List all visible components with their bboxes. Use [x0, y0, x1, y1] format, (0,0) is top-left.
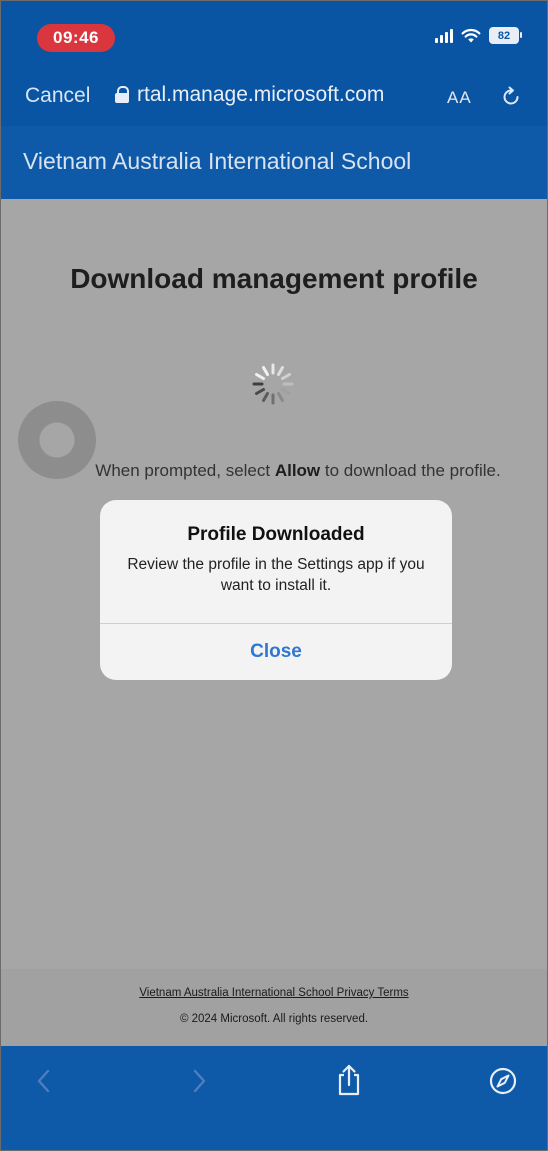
phone-screen: 09:46 82 Cancel rtal.manage.microsoft.co…	[0, 0, 548, 1151]
battery-level: 82	[497, 29, 511, 42]
page-title: Download management profile	[70, 263, 478, 294]
url-text: rtal.manage.microsoft.com	[137, 83, 385, 106]
address-bar[interactable]: rtal.manage.microsoft.com	[115, 83, 384, 107]
alert-message: Review the profile in the Settings app i…	[127, 556, 425, 594]
chevron-left-icon[interactable]	[29, 1066, 59, 1096]
site-header: Vietnam Australia International School	[1, 126, 547, 199]
cellular-signal-icon	[435, 28, 453, 43]
browser-bottom-toolbar	[1, 1046, 547, 1150]
footer-links[interactable]: Vietnam Australia International School P…	[1, 987, 547, 999]
close-button[interactable]: Close	[100, 624, 452, 680]
reload-icon[interactable]	[499, 85, 523, 109]
battery-icon: 82	[489, 27, 522, 44]
loading-spinner-icon	[252, 363, 294, 405]
browser-toolbar: Cancel rtal.manage.microsoft.com AA	[1, 71, 547, 126]
status-icons: 82	[435, 27, 522, 44]
chevron-right-icon[interactable]	[184, 1066, 214, 1096]
wifi-icon	[461, 28, 481, 42]
status-bar: 09:46 82	[1, 1, 547, 71]
instruction-text-start: When prompted, select	[95, 461, 275, 480]
lock-icon	[115, 86, 129, 104]
compass-icon[interactable]	[488, 1066, 518, 1096]
text-size-button[interactable]: AA	[447, 88, 472, 108]
page-footer: Vietnam Australia International School P…	[1, 969, 547, 1046]
profile-downloaded-alert: Profile Downloaded Review the profile in…	[100, 500, 452, 680]
instruction-text-allow: Allow	[274, 461, 321, 480]
footer-copyright: © 2024 Microsoft. All rights reserved.	[179, 1013, 369, 1025]
alert-title: Profile Downloaded	[187, 524, 365, 545]
instruction-text-end: to download the profile.	[320, 461, 501, 480]
instruction-text: When prompted, select Allow to download …	[1, 461, 547, 481]
status-time: 09:46	[37, 24, 115, 52]
site-title: Vietnam Australia International School	[23, 148, 412, 174]
cancel-button[interactable]: Cancel	[25, 84, 90, 108]
share-icon[interactable]	[333, 1063, 365, 1097]
